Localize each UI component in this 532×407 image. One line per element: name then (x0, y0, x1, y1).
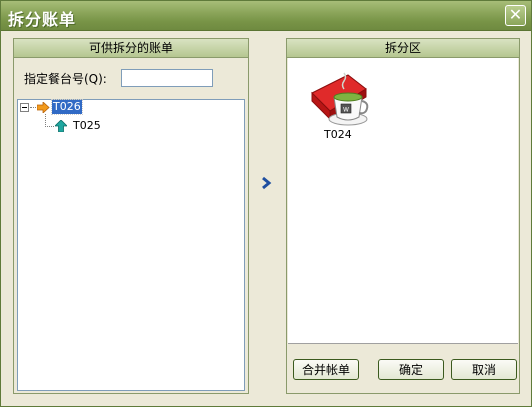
bill-tree[interactable]: T026 T025 (17, 99, 245, 391)
split-area-panel: 拆分区 W T024 合并帐单 确定 取消 (286, 38, 520, 394)
tree-item-t026[interactable]: T026 (51, 99, 83, 115)
tree-item-t025[interactable]: T025 (73, 119, 101, 133)
window-title: 拆分账单 (8, 10, 77, 29)
svg-text:W: W (343, 107, 349, 114)
tea-cup-icon: W (311, 72, 369, 126)
split-area-header: 拆分区 (287, 39, 519, 58)
orange-right-arrow-icon (37, 102, 50, 113)
split-bill-dialog: 拆分账单 ✕ 可供拆分的账单 指定餐台号(Q): T026 T025 拆分区 W… (0, 0, 532, 407)
title-bar[interactable]: 拆分账单 ✕ (1, 1, 531, 31)
split-area-list[interactable]: W T024 (288, 58, 518, 344)
merge-bill-button[interactable]: 合并帐单 (293, 359, 359, 380)
collapse-icon[interactable] (20, 103, 29, 112)
available-bills-panel: 可供拆分的账单 指定餐台号(Q): T026 T025 (13, 38, 249, 394)
ok-button[interactable]: 确定 (378, 359, 444, 380)
split-item-label: T024 (324, 128, 352, 141)
close-icon: ✕ (508, 5, 523, 24)
table-number-input[interactable] (121, 69, 213, 87)
available-bills-header: 可供拆分的账单 (14, 39, 248, 58)
tree-connector (30, 107, 36, 108)
teal-up-arrow-icon (55, 120, 67, 132)
move-right-icon[interactable] (259, 176, 273, 190)
tree-connector (45, 126, 54, 127)
close-button[interactable]: ✕ (505, 5, 526, 26)
cancel-button[interactable]: 取消 (451, 359, 517, 380)
table-number-label: 指定餐台号(Q): (24, 72, 107, 86)
